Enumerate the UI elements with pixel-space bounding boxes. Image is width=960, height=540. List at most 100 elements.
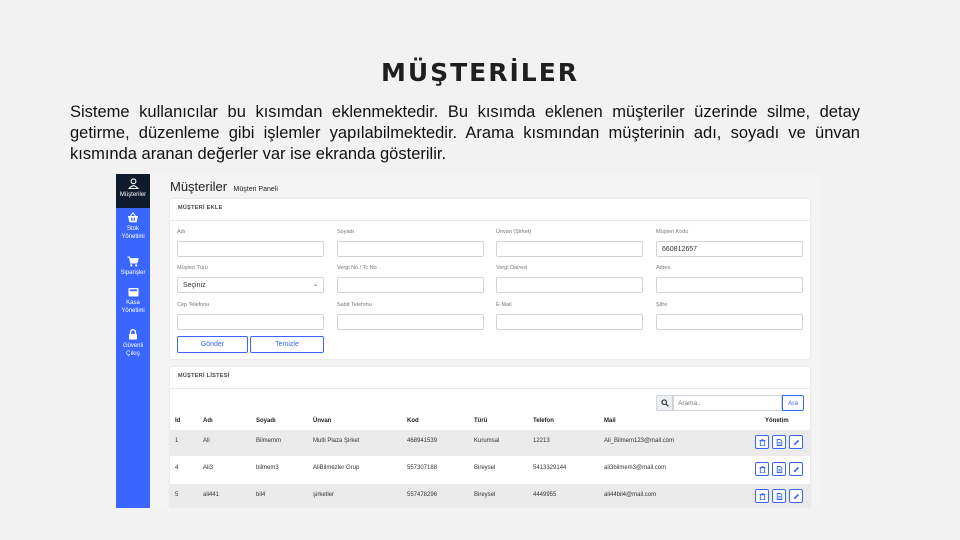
sidebar-item-label: Müşteriler [119, 192, 147, 198]
mobile-phone-input[interactable] [177, 314, 324, 330]
cash-register-icon [128, 288, 138, 297]
cell-title: AliBilmezler Grup [313, 465, 360, 471]
sidebar-item-label: Yönetimi [121, 308, 145, 314]
sidebar-item-stok[interactable]: Stok Yönetimi [116, 212, 150, 248]
cell-type: Bireysel [474, 492, 496, 498]
search-input[interactable]: Arama.. [673, 395, 782, 411]
edit-button[interactable] [789, 489, 803, 503]
lock-icon [129, 329, 137, 340]
sidebar-item-guvenli-cikis[interactable]: Güvenli Çıkış [116, 329, 150, 365]
sidebar-item-label: Çıkış [126, 351, 140, 357]
page-title: Müşteriler [170, 179, 228, 194]
table-row: 5 ali441 bil4 şirketler 557478296 Bireys… [170, 484, 810, 508]
field-label: Müşteri Kodu [656, 229, 689, 235]
chevron-down-icon: ⌄ [312, 282, 318, 288]
field-label: Vergi No / Tc No [337, 265, 377, 271]
landline-phone-input[interactable] [337, 314, 484, 330]
delete-button[interactable] [755, 489, 769, 503]
tax-number-input[interactable] [337, 277, 484, 293]
cell-phone: 12213 [533, 438, 550, 444]
email-input[interactable] [496, 314, 643, 330]
field-label: Ünvan (Şirket) [496, 229, 532, 235]
cell-name: Ali3 [203, 465, 214, 471]
detail-button[interactable] [772, 435, 786, 449]
edit-button[interactable] [789, 462, 803, 476]
field-label: Sabit Telefonu [337, 302, 372, 308]
search-button[interactable]: Ara [782, 395, 804, 411]
column-header: Türü [474, 418, 488, 424]
customer-code-input[interactable]: 660812657 [656, 241, 803, 257]
cell-phone: 5413329144 [533, 465, 567, 471]
cell-name: Ali [203, 438, 210, 444]
page-header: Müşteriler Müşteri Paneli [170, 178, 278, 196]
cell-mail: ali44bil4@mail.com [604, 492, 657, 498]
column-header: Yönetim [765, 418, 789, 424]
sidebar-item-musteriler[interactable]: Müşteriler [116, 174, 150, 208]
sidebar-item-label: Güvenli [122, 343, 144, 349]
document-icon [776, 493, 783, 500]
sidebar-item-label: Siparişler [120, 270, 146, 276]
cart-icon [127, 256, 139, 267]
edit-button[interactable] [789, 435, 803, 449]
submit-button[interactable]: Gönder [177, 336, 248, 353]
cell-surname: bilmem3 [256, 465, 279, 471]
customer-add-card: MÜŞTERİ EKLE Adı Soyadı Ünvan (Şirket) M… [170, 199, 810, 359]
app-screenshot: Müşteriler Stok Yönetimi Siparişler Kasa… [116, 174, 820, 508]
customer-type-select[interactable]: Seçiniz ⌄ [177, 277, 324, 293]
delete-button[interactable] [755, 462, 769, 476]
card-header: MÜŞTERİ LİSTESİ [170, 367, 810, 389]
column-header: Ünvan [313, 418, 332, 424]
column-header: Telefon [533, 418, 554, 424]
column-header: Mail [604, 418, 616, 424]
cell-surname: Bilmemm [256, 438, 281, 444]
cell-id: 4 [175, 465, 179, 471]
pencil-icon [793, 493, 800, 500]
table-row: 1 Ali Bilmemm Multi Plaza Şirket 4689415… [170, 430, 810, 456]
field-label: Soyadı [337, 229, 355, 235]
address-input[interactable] [656, 277, 803, 293]
field-label: Şifre [656, 302, 668, 308]
trash-icon [759, 493, 766, 500]
cell-type: Kurumsal [474, 438, 500, 444]
column-header: Id [175, 418, 181, 424]
delete-button[interactable] [755, 435, 769, 449]
basket-icon [128, 212, 138, 223]
page-subtitle: Müşteri Paneli [233, 186, 278, 193]
main-content: Müşteriler Müşteri Paneli MÜŞTERİ EKLE A… [150, 174, 820, 508]
password-input[interactable] [656, 314, 803, 330]
customer-list-card: MÜŞTERİ LİSTESİ Arama.. Ara Id Adı Soyad… [170, 367, 810, 508]
sidebar-item-label: Kasa [126, 300, 140, 306]
company-title-input[interactable] [496, 241, 643, 257]
sidebar: Müşteriler Stok Yönetimi Siparişler Kasa… [116, 174, 150, 508]
slide-description: Sisteme kullanıcılar bu kısımdan eklenme… [70, 103, 860, 163]
detail-button[interactable] [772, 462, 786, 476]
document-icon [776, 439, 783, 446]
field-label: Vergi Dairesi [496, 265, 528, 271]
select-value: Seçiniz [183, 282, 206, 289]
clear-button[interactable]: Temizle [250, 336, 324, 353]
cell-phone: 4449955 [533, 492, 557, 498]
cell-name: ali441 [203, 492, 220, 498]
pencil-icon [793, 466, 800, 473]
detail-button[interactable] [772, 489, 786, 503]
trash-icon [759, 466, 766, 473]
cell-type: Bireysel [474, 465, 496, 471]
sidebar-item-kasa[interactable]: Kasa Yönetimi [116, 287, 150, 323]
sidebar-item-siparisler[interactable]: Siparişler [116, 256, 150, 282]
tax-office-input[interactable] [496, 277, 643, 293]
field-label: Adres [656, 265, 671, 271]
cell-mail: Ali_Bilmem123@mail.com [604, 438, 675, 444]
sidebar-item-label: Stok [126, 226, 139, 232]
field-label: E-Mail [496, 302, 512, 308]
column-header: Kod [407, 418, 419, 424]
first-name-input[interactable] [177, 241, 324, 257]
table-row: 4 Ali3 bilmem3 AliBilmezler Grup 5573071… [170, 457, 810, 483]
column-header: Soyadı [256, 418, 276, 424]
column-header: Adı [203, 418, 213, 424]
slide-title: MÜŞTERİLER [380, 58, 580, 87]
field-label: Adı [177, 229, 186, 235]
cell-id: 5 [175, 492, 179, 498]
trash-icon [759, 439, 766, 446]
cell-surname: bil4 [256, 492, 266, 498]
last-name-input[interactable] [337, 241, 484, 257]
